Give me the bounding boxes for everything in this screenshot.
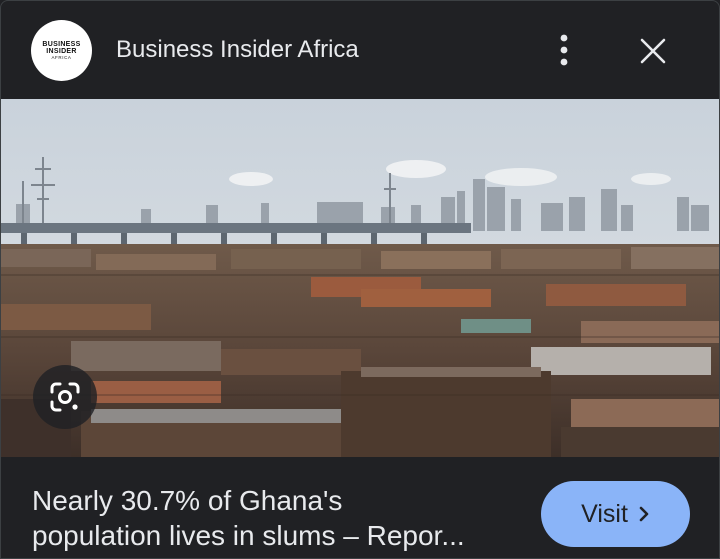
slum-skyline-photo [1,99,719,457]
article-title-line-1: Nearly 30.7% of Ghana's [32,485,343,516]
visit-button[interactable]: Visit [541,481,690,547]
article-title-line-2: population lives in slums – Repor... [32,520,465,551]
article-image[interactable] [1,99,719,457]
logo-line-2: INSIDER [46,47,77,55]
visit-button-label: Visit [581,499,628,528]
close-icon [640,38,666,64]
panel-footer: Nearly 30.7% of Ghana's population lives… [1,457,719,558]
close-button[interactable] [633,31,673,71]
google-lens-icon [50,382,80,412]
site-logo[interactable]: BUSINESS INSIDER AFRICA [31,20,92,81]
logo-line-1: BUSINESS [42,40,81,48]
article-title[interactable]: Nearly 30.7% of Ghana's population lives… [32,483,532,553]
google-lens-button[interactable] [33,365,97,429]
logo-line-3: AFRICA [51,54,72,60]
more-options-button[interactable] [549,29,579,71]
panel-header: BUSINESS INSIDER AFRICA Business Insider… [1,1,719,99]
site-name[interactable]: Business Insider Africa [116,36,359,64]
chevron-right-icon [639,506,649,522]
more-vert-icon [560,34,568,66]
image-preview-panel: BUSINESS INSIDER AFRICA Business Insider… [0,0,720,559]
